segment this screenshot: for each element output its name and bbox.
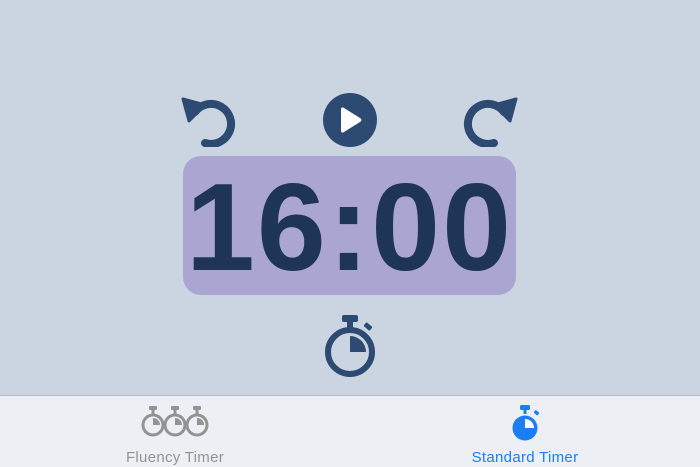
tab-label-standard: Standard Timer xyxy=(471,449,579,466)
tab-standard-timer[interactable]: Standard Timer xyxy=(425,396,625,467)
app-screen: 16:00 Fluency Timer Standard Timer xyxy=(0,0,700,467)
play-icon[interactable] xyxy=(322,92,378,148)
stopwatch-icon[interactable] xyxy=(322,314,378,378)
tab-label-fluency: Fluency Timer xyxy=(125,449,225,466)
triple-stopwatch-icon xyxy=(141,406,209,437)
redo-arrow-icon[interactable] xyxy=(462,93,518,147)
undo-arrow-icon[interactable] xyxy=(181,93,237,147)
tab-bar: Fluency Timer Standard Timer xyxy=(0,395,700,467)
tab-fluency-timer[interactable]: Fluency Timer xyxy=(75,396,275,467)
timer-display[interactable]: 16:00 xyxy=(183,156,516,295)
timer-controls: 16:00 xyxy=(0,0,700,400)
time-remaining: 16:00 xyxy=(185,158,514,297)
stopwatch-icon xyxy=(512,405,540,441)
